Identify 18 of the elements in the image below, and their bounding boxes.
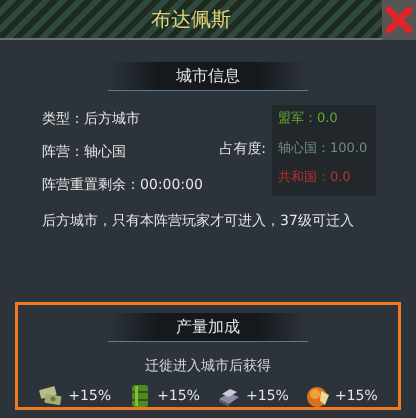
info-field: 阵营重置剩余：00:00:00	[42, 175, 212, 196]
occupancy-value: 盟军：0.0	[278, 110, 339, 128]
window-title: 布达佩斯	[151, 6, 231, 33]
bonus-value: +15%	[157, 386, 200, 406]
bonus-subtitle: 迁徙进入城市后获得	[145, 357, 271, 376]
bonus-value: +15%	[246, 386, 289, 406]
bonus-value: +15%	[68, 386, 112, 406]
info-field: 阵营：轴心国	[42, 142, 212, 163]
section-heading: 城市信息	[108, 62, 308, 91]
info-field: 类型：后方城市	[42, 109, 212, 130]
city-description: 后方城市，只有本阵营玩家才可进入，37级可迁入	[42, 212, 355, 231]
close-icon	[385, 6, 413, 34]
bonus-value: +15%	[334, 386, 378, 406]
occupancy-value: 轴心国：100.0	[278, 140, 368, 158]
occupancy-value: 共和国：0.0	[278, 169, 352, 187]
section-heading: 产量加成	[108, 313, 308, 342]
close-button[interactable]	[382, 0, 416, 40]
occupancy-label: 占有度:	[219, 140, 266, 159]
